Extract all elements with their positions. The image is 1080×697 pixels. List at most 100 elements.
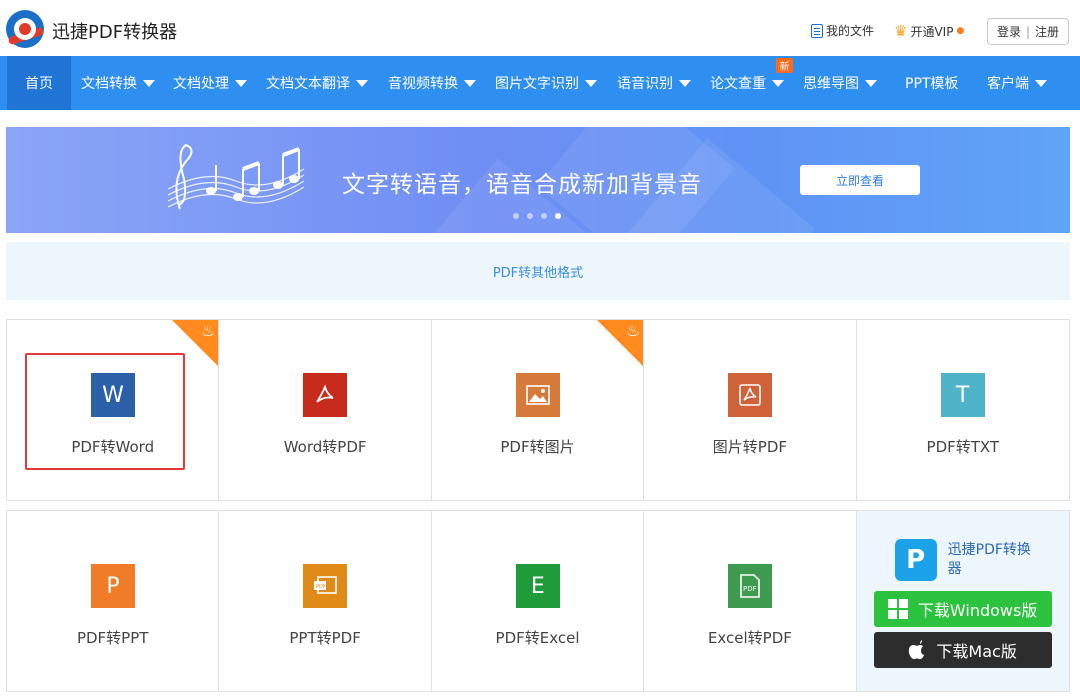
caret-down-icon	[143, 79, 155, 87]
download-windows-label: 下载Windows版	[917, 601, 1038, 620]
download-mac-button[interactable]: 下载Mac版	[873, 632, 1052, 668]
carousel-dot-3[interactable]	[541, 213, 547, 219]
caret-down-icon	[464, 79, 476, 87]
pdf-icon	[728, 373, 773, 417]
tool-pdf-to-excel[interactable]: E PDF转Excel	[432, 511, 645, 691]
tool-label: PDF转TXT	[926, 438, 1000, 456]
nav-ppt-template[interactable]: PPT模板	[905, 56, 958, 110]
my-files-label: 我的文件	[826, 24, 875, 38]
download-mac-label: 下载Mac版	[936, 642, 1017, 661]
open-vip-link[interactable]: ♛ 开通VIP ●	[894, 22, 964, 40]
tools-grid-row-1: ♨ W PDF转Word Word转PDF ♨ PDF转图片 图片转PDF T …	[6, 319, 1070, 501]
download-app-name: 迅捷PDF转换器	[947, 542, 1031, 577]
nav-home-label: 首页	[25, 76, 53, 92]
nav-translate[interactable]: 文档文本翻译	[266, 56, 368, 110]
nav-plagiarism[interactable]: 论文查重	[710, 56, 784, 110]
caret-down-icon	[865, 79, 877, 87]
tool-label: Word转PDF	[283, 438, 367, 456]
tools-grid-row-2: P PDF转PPT PDF PPT转PDF E PDF转Excel PDF Ex…	[6, 510, 1070, 692]
app-logo-icon[interactable]	[6, 10, 45, 48]
carousel-dots	[513, 213, 561, 219]
tool-excel-to-pdf[interactable]: PDF Excel转PDF	[644, 511, 857, 691]
nav-client[interactable]: 客户端	[987, 56, 1047, 110]
tool-pdf-to-txt[interactable]: T PDF转TXT	[857, 320, 1069, 500]
carousel-dot-2[interactable]	[527, 213, 533, 219]
nav-ppt-template-label: PPT模板	[905, 76, 959, 92]
acrobat-icon	[303, 373, 348, 417]
windows-icon	[887, 599, 908, 619]
banner-cta-button[interactable]: 立即查看	[800, 165, 920, 195]
top-bar: 迅捷PDF转换器 我的文件 ♛ 开通VIP ● 登录 | 注册	[0, 0, 1080, 56]
tool-label: PPT转PDF	[289, 629, 361, 647]
carousel-dot-1[interactable]	[513, 213, 519, 219]
nav-av-convert-label: 音视频转换	[388, 76, 458, 92]
nav-doc-process[interactable]: 文档处理	[173, 56, 247, 110]
login-separator: |	[1025, 24, 1031, 39]
apple-icon	[909, 640, 925, 660]
download-windows-button[interactable]: 下载Windows版	[873, 591, 1052, 627]
excel-icon: E	[515, 564, 560, 608]
svg-text:PDF: PDF	[316, 584, 326, 590]
nav-mindmap[interactable]: 思维导图	[803, 56, 877, 110]
crown-icon: ♛	[894, 22, 908, 40]
caret-down-icon	[235, 79, 247, 87]
tool-label: 图片转PDF	[712, 438, 788, 456]
app-title[interactable]: 迅捷PDF转换器	[52, 18, 177, 44]
nav-doc-process-label: 文档处理	[173, 76, 229, 92]
nav-mindmap-label: 思维导图	[803, 76, 859, 92]
txt-icon: T	[940, 373, 985, 417]
nav-home[interactable]: 首页	[7, 56, 71, 110]
image-icon	[515, 373, 560, 417]
my-files-link[interactable]: 我的文件	[811, 22, 874, 39]
tool-label: Excel转PDF	[707, 629, 792, 647]
flame-icon: ●	[956, 26, 965, 36]
excel-pdf-icon: PDF	[728, 564, 773, 608]
section-title: PDF转其他格式	[492, 265, 584, 281]
svg-text:PDF: PDF	[743, 585, 757, 593]
nav-doc-convert-label: 文档转换	[81, 76, 137, 92]
caret-down-icon	[356, 79, 368, 87]
register-button[interactable]: 注册	[1035, 23, 1059, 40]
music-notes-icon	[167, 143, 305, 210]
ppt-pdf-icon: PDF	[303, 564, 348, 608]
caret-down-icon	[585, 79, 597, 87]
nav-speech[interactable]: 语音识别	[617, 56, 691, 110]
login-register-box: 登录 | 注册	[987, 18, 1069, 45]
banner-title: 文字转语音，语音合成新加背景音	[342, 172, 702, 198]
section-tab-pdf-to-other[interactable]: PDF转其他格式	[6, 242, 1070, 300]
tool-label: PDF转图片	[500, 438, 575, 456]
caret-down-icon	[679, 79, 691, 87]
nav-ocr[interactable]: 图片文字识别	[495, 56, 597, 110]
tool-image-to-pdf[interactable]: 图片转PDF	[644, 320, 857, 500]
fire-icon: ♨	[625, 321, 641, 340]
main-nav: 首页 文档转换 文档处理 文档文本翻译 音视频转换 图片文字识别 语音识别 论文…	[0, 56, 1080, 110]
nav-speech-label: 语音识别	[617, 76, 673, 92]
app-p-logo-icon: P	[894, 539, 937, 581]
caret-down-icon	[772, 79, 784, 87]
carousel-dot-4[interactable]	[555, 213, 561, 219]
new-badge: 新	[776, 58, 793, 73]
nav-av-convert[interactable]: 音视频转换	[388, 56, 476, 110]
tool-pdf-to-ppt[interactable]: P PDF转PPT	[7, 511, 220, 691]
selection-highlight	[25, 353, 185, 470]
hot-badge: ♨	[597, 320, 644, 366]
caret-down-icon	[1035, 79, 1047, 87]
nav-plagiarism-label: 论文查重	[710, 76, 766, 92]
nav-translate-label: 文档文本翻译	[266, 76, 350, 92]
nav-doc-convert[interactable]: 文档转换	[81, 56, 155, 110]
tool-pdf-to-word[interactable]: ♨ W PDF转Word	[7, 320, 220, 500]
promo-banner[interactable]: 文字转语音，语音合成新加背景音 立即查看	[6, 127, 1070, 233]
tool-label: PDF转Excel	[495, 629, 580, 647]
fire-icon: ♨	[201, 321, 216, 340]
ppt-icon: P	[91, 564, 135, 608]
tool-ppt-to-pdf[interactable]: PDF PPT转PDF	[219, 511, 432, 691]
nav-client-label: 客户端	[987, 76, 1029, 92]
tool-label: PDF转PPT	[76, 629, 149, 647]
tool-pdf-to-image[interactable]: ♨ PDF转图片	[432, 320, 645, 500]
file-list-icon	[811, 23, 823, 38]
download-panel: P 迅捷PDF转换器 下载Windows版 下载Mac版	[856, 511, 1070, 691]
nav-ocr-label: 图片文字识别	[495, 76, 579, 92]
tool-word-to-pdf[interactable]: Word转PDF	[219, 320, 432, 500]
vip-label: 开通VIP	[910, 24, 954, 39]
login-button[interactable]: 登录	[997, 23, 1021, 40]
